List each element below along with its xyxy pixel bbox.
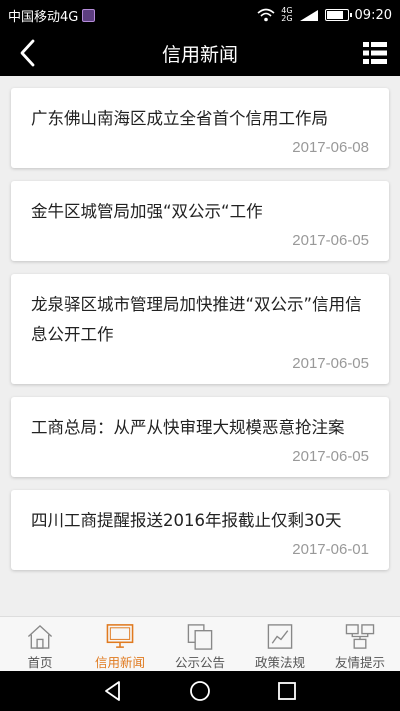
news-list[interactable]: 广东佛山南海区成立全省首个信用工作局 2017-06-08 金牛区城管局加强“双… (0, 76, 400, 616)
carrier-label: 中国移动4G (8, 9, 79, 25)
news-card[interactable]: 工商总局：从严从快审理大规模恶意抢注案 2017-06-05 (11, 397, 389, 477)
bottom-tab-bar: 首页 信用新闻 公示公告 政策法规 友情提示 (0, 616, 400, 671)
news-card[interactable]: 广东佛山南海区成立全省首个信用工作局 2017-06-08 (11, 88, 389, 168)
sim-icon (82, 8, 96, 22)
status-time: 09:20 (354, 7, 392, 23)
tab-policies[interactable]: 政策法规 (240, 617, 320, 671)
tab-announcements[interactable]: 公示公告 (160, 617, 240, 671)
battery-icon (324, 9, 352, 21)
app-header: 信用新闻 (0, 30, 400, 76)
system-navigation-bar (0, 671, 400, 711)
news-headline: 龙泉驿区城市管理局加快推进“双公示”信用信息公开工作 (31, 295, 362, 344)
network-icon (345, 624, 375, 649)
status-bar: 中国移动4G 4G 2G 09:20 (0, 0, 400, 30)
carrier-info: 中国移动4G (8, 6, 96, 25)
news-headline: 广东佛山南海区成立全省首个信用工作局 (31, 109, 328, 128)
tab-label: 信用新闻 (94, 655, 145, 670)
tab-home[interactable]: 首页 (0, 617, 80, 671)
tab-label: 友情提示 (334, 655, 385, 670)
news-date: 2017-06-05 (292, 232, 369, 249)
chevron-left-icon[interactable] (14, 38, 44, 68)
news-headline: 四川工商提醒报送2016年报截止仅剩30天 (31, 511, 342, 530)
back-triangle-icon[interactable] (101, 679, 125, 703)
signal-icon (299, 9, 318, 21)
recents-square-icon[interactable] (275, 679, 299, 703)
news-date: 2017-06-08 (292, 139, 369, 156)
home-icon (27, 624, 53, 649)
news-headline: 工商总局：从严从快审理大规模恶意抢注案 (31, 418, 345, 437)
news-date: 2017-06-01 (292, 541, 369, 558)
page-title: 信用新闻 (161, 43, 238, 66)
wifi-icon (257, 8, 275, 22)
news-headline: 金牛区城管局加强“双公示“工作 (31, 202, 263, 221)
battery-level (326, 11, 344, 19)
network-type: 4G 2G (281, 7, 292, 23)
tab-label: 公示公告 (174, 655, 225, 670)
chart-icon (267, 624, 293, 649)
monitor-icon (106, 624, 134, 648)
tab-label: 首页 (27, 655, 53, 670)
news-card[interactable]: 四川工商提醒报送2016年报截止仅剩30天 2017-06-01 (11, 490, 389, 570)
home-circle-icon[interactable] (188, 679, 212, 703)
tab-label: 政策法规 (254, 655, 305, 670)
copy-icon (187, 624, 213, 650)
list-menu-icon[interactable] (362, 40, 388, 66)
tab-tips[interactable]: 友情提示 (320, 617, 400, 671)
news-date: 2017-06-05 (292, 355, 369, 372)
news-card[interactable]: 金牛区城管局加强“双公示“工作 2017-06-05 (11, 181, 389, 261)
network-type-2g: 2G (281, 14, 293, 23)
news-card[interactable]: 龙泉驿区城市管理局加快推进“双公示”信用信息公开工作 2017-06-05 (11, 274, 389, 384)
news-date: 2017-06-05 (292, 448, 369, 465)
tab-credit-news[interactable]: 信用新闻 (80, 617, 160, 671)
